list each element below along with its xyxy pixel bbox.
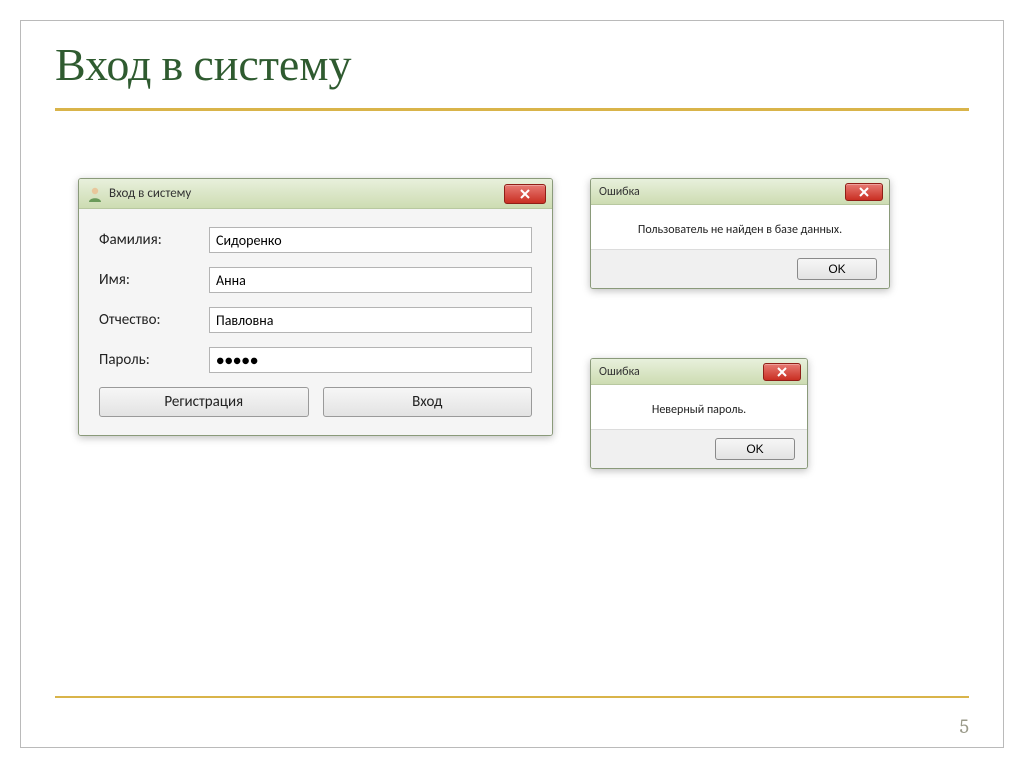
error1-titlebar[interactable]: Ошибка: [591, 179, 889, 205]
password-input[interactable]: [209, 347, 532, 373]
close-icon: [519, 189, 531, 199]
name-input[interactable]: [209, 267, 532, 293]
presentation-slide: Вход в систему Вход в систему Фамилия:: [0, 0, 1024, 768]
ok-button[interactable]: OK: [797, 258, 877, 280]
login-button[interactable]: Вход: [323, 387, 533, 417]
password-row: Пароль:: [99, 347, 532, 373]
patronymic-input[interactable]: [209, 307, 532, 333]
error-dialog-wrong-password: Ошибка Неверный пароль. OK: [590, 358, 808, 469]
surname-label: Фамилия:: [99, 231, 209, 249]
error1-message: Пользователь не найден в базе данных.: [591, 205, 889, 249]
ok-button[interactable]: OK: [715, 438, 795, 460]
login-button-row: Регистрация Вход: [99, 387, 532, 417]
login-dialog-title: Вход в систему: [109, 186, 504, 201]
error1-title: Ошибка: [599, 185, 845, 199]
surname-row: Фамилия:: [99, 227, 532, 253]
slide-title: Вход в систему: [55, 38, 351, 92]
login-dialog: Вход в систему Фамилия: Имя: Отчество:: [78, 178, 553, 436]
bottom-separator: [55, 696, 969, 698]
page-number: 5: [960, 715, 970, 738]
name-label: Имя:: [99, 271, 209, 289]
surname-input[interactable]: [209, 227, 532, 253]
error2-titlebar[interactable]: Ошибка: [591, 359, 807, 385]
close-button[interactable]: [763, 363, 801, 381]
patronymic-label: Отчество:: [99, 311, 209, 329]
close-button[interactable]: [845, 183, 883, 201]
error-dialog-user-not-found: Ошибка Пользователь не найден в базе дан…: [590, 178, 890, 289]
close-icon: [858, 187, 870, 197]
error1-footer: OK: [591, 249, 889, 288]
patronymic-row: Отчество:: [99, 307, 532, 333]
name-row: Имя:: [99, 267, 532, 293]
password-label: Пароль:: [99, 351, 209, 369]
user-icon: [87, 186, 103, 202]
login-dialog-body: Фамилия: Имя: Отчество: Пароль: Регистра…: [79, 209, 552, 435]
error2-footer: OK: [591, 429, 807, 468]
close-icon: [776, 367, 788, 377]
register-button[interactable]: Регистрация: [99, 387, 309, 417]
error2-title: Ошибка: [599, 365, 763, 379]
close-button[interactable]: [504, 184, 546, 204]
login-dialog-titlebar[interactable]: Вход в систему: [79, 179, 552, 209]
error2-message: Неверный пароль.: [591, 385, 807, 429]
title-separator: [55, 108, 969, 111]
